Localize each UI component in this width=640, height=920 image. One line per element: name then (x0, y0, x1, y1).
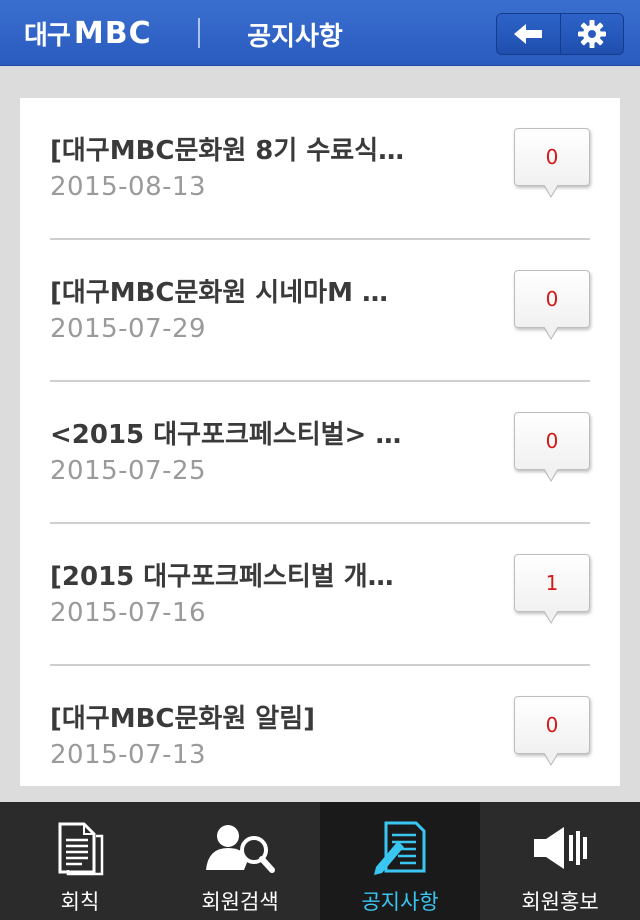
comment-count-bubble[interactable]: 0 (514, 128, 590, 198)
comment-count: 1 (545, 571, 559, 595)
comment-count: 0 (545, 713, 559, 737)
logo-korean: 대구 (24, 20, 71, 51)
notice-item[interactable]: [대구MBC문화원 시네마M … 2015-07-29 0 (20, 240, 620, 382)
notice-date: 2015-08-13 (50, 172, 207, 202)
tab-label: 회칙 (60, 890, 100, 914)
notice-list: [대구MBC문화원 8기 수료식… 2015-08-13 0 [대구MBC문화원… (20, 98, 620, 786)
back-button[interactable] (497, 14, 560, 54)
notice-item[interactable]: <2015 대구포크페스티벌> … 2015-07-25 0 (20, 382, 620, 524)
page-title: 공지사항 (247, 22, 343, 52)
notice-item[interactable]: [대구MBC문화원 알림] 2015-07-13 0 (20, 666, 620, 786)
bubble-tail (543, 752, 559, 766)
speaker-icon (534, 827, 587, 869)
tab-label: 회원홍보 (521, 890, 599, 914)
comment-count: 0 (545, 145, 559, 169)
bubble-tail (543, 184, 559, 198)
comment-count-bubble[interactable]: 0 (514, 412, 590, 482)
tab-member-promo[interactable]: 회원홍보 (480, 802, 640, 920)
notice-date: 2015-07-25 (50, 456, 207, 486)
bubble-tail (543, 610, 559, 624)
back-arrow-icon (514, 24, 543, 44)
comment-count: 0 (545, 429, 559, 453)
member-search-icon (206, 825, 275, 873)
notice-date: 2015-07-13 (50, 740, 207, 770)
settings-button[interactable] (559, 14, 624, 54)
comment-count: 0 (545, 287, 559, 311)
comment-count-bubble[interactable]: 0 (514, 696, 590, 766)
notice-date: 2015-07-29 (50, 314, 207, 344)
bubble-tail (543, 326, 559, 340)
daegu-mbc-logo: 대구 MBC (24, 15, 152, 51)
tab-label: 공지사항 (361, 890, 439, 914)
notice-title: [2015 대구포크페스티벌 개… (50, 562, 394, 592)
document-icon (58, 822, 104, 876)
notice-write-icon (374, 821, 426, 875)
comment-count-bubble[interactable]: 0 (514, 270, 590, 340)
logo-mbc: MBC (73, 15, 152, 51)
logo-divider (198, 18, 200, 48)
bubble-tail (543, 468, 559, 482)
notice-title: <2015 대구포크페스티벌> … (50, 420, 402, 450)
notice-date: 2015-07-16 (50, 598, 207, 628)
notice-title: [대구MBC문화원 알림] (50, 704, 316, 734)
bottom-tab-bar: 회칙 회원검색 공지사항 회원홍보 (0, 802, 640, 920)
notice-title: [대구MBC문화원 시네마M … (50, 278, 388, 308)
tab-notices[interactable]: 공지사항 (320, 802, 480, 920)
tab-rules[interactable]: 회칙 (0, 802, 160, 920)
gear-icon (577, 20, 606, 48)
notice-item[interactable]: [대구MBC문화원 8기 수료식… 2015-08-13 0 (20, 98, 620, 240)
notice-item[interactable]: [2015 대구포크페스티벌 개… 2015-07-16 1 (20, 524, 620, 666)
tab-member-search[interactable]: 회원검색 (160, 802, 320, 920)
tab-label: 회원검색 (201, 890, 279, 914)
notice-title: [대구MBC문화원 8기 수료식… (50, 136, 405, 166)
app-header: 대구 MBC 공지사항 (0, 0, 640, 66)
header-button-group (496, 13, 624, 55)
comment-count-bubble[interactable]: 1 (514, 554, 590, 624)
